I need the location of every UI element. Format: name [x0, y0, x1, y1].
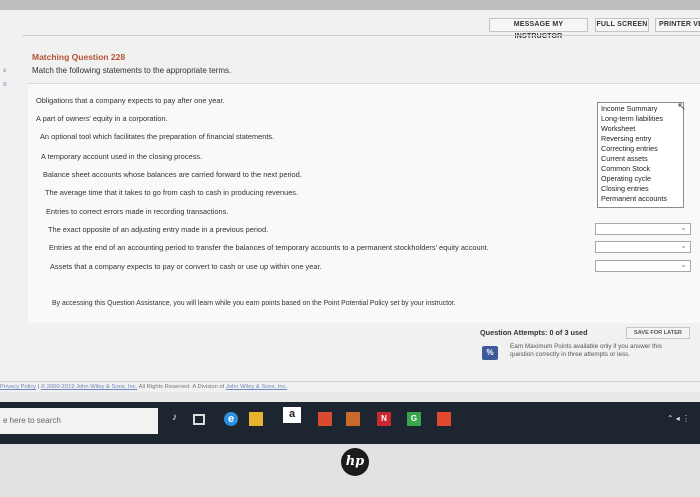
term-options-listbox[interactable]: Income Summary Long-term liabilities Wor… — [597, 102, 684, 208]
hp-logo: hp — [341, 448, 369, 476]
windows-taskbar: e here to search ♪ e a N G ⌃ ◂ ⋮ — [0, 402, 700, 444]
question-title: Matching Question 228 — [32, 52, 126, 62]
option-long-term-liabilities[interactable]: Long-term liabilities — [601, 114, 663, 123]
app-k-icon[interactable] — [437, 412, 451, 426]
system-tray[interactable]: ⌃ ◂ ⋮ — [667, 414, 690, 423]
message-instructor-button[interactable]: MESSAGE MY INSTRUCTOR — [489, 18, 588, 40]
option-common-stock[interactable]: Common Stock — [601, 164, 650, 173]
answer-dropdown-8[interactable]: ⌄ — [595, 223, 691, 235]
save-for-later-button[interactable]: SAVE FOR LATER — [626, 327, 690, 339]
amazon-icon[interactable]: a — [283, 407, 301, 423]
option-income-summary[interactable]: Income Summary — [601, 104, 657, 113]
monitor-top-edge — [0, 0, 700, 10]
full-screen-button[interactable]: FULL SCREEN — [595, 18, 649, 32]
statement-10: Assets that a company expects to pay or … — [50, 262, 322, 271]
question-instruction: Match the following statements to the ap… — [32, 66, 232, 75]
chevron-down-icon: ⌄ — [680, 241, 687, 250]
file-explorer-icon[interactable] — [249, 412, 263, 426]
option-closing-entries[interactable]: Closing entries — [601, 184, 649, 193]
point-policy-text: By accessing this Question Assistance, y… — [52, 300, 456, 307]
footer-separator: | — [37, 384, 40, 390]
taskbar-search-box[interactable]: e here to search — [0, 408, 158, 434]
media-player-icon[interactable] — [318, 412, 332, 426]
statement-1: Obligations that a company expects to pa… — [36, 96, 225, 105]
footer-divider — [0, 381, 700, 382]
statement-6: The average time that it takes to go fro… — [45, 188, 299, 197]
netflix-icon[interactable]: N — [377, 412, 391, 426]
task-view-icon[interactable] — [193, 414, 205, 425]
percent-icon: % — [482, 346, 498, 360]
chevron-down-icon: ⌄ — [680, 223, 687, 232]
statement-7: Entries to correct errors made in record… — [46, 207, 229, 216]
sidebar-menu-icon[interactable]: ≡ — [3, 82, 7, 88]
header-divider — [22, 35, 700, 36]
copyright-link[interactable]: © 2000-2019 John Wiley & Sons, Inc. — [41, 384, 137, 390]
statement-2: A part of owners' equity in a corporatio… — [36, 114, 168, 123]
option-permanent-accounts[interactable]: Permanent accounts — [601, 194, 667, 203]
statement-8: The exact opposite of an adjusting entry… — [48, 225, 269, 234]
statement-3: An optional tool which facilitates the p… — [40, 132, 275, 141]
answer-dropdown-10[interactable]: ⌄ — [595, 260, 691, 272]
wiley-link[interactable]: John Wiley & Sons, Inc. — [226, 384, 287, 390]
rights-text: All Rights Reserved. A Division of — [138, 384, 225, 390]
option-operating-cycle[interactable]: Operating cycle — [601, 174, 651, 183]
search-placeholder: e here to search — [3, 416, 61, 425]
option-reversing-entry[interactable]: Reversing entry — [601, 134, 651, 143]
statement-5: Balance sheet accounts whose balances ar… — [43, 170, 302, 179]
mouse-pointer-icon: ↖ — [677, 101, 687, 113]
option-correcting-entries[interactable]: Correcting entries — [601, 144, 658, 153]
earn-max-points-note: Earn Maximum Points available only if yo… — [510, 343, 662, 358]
option-current-assets[interactable]: Current assets — [601, 154, 648, 163]
statement-4: A temporary account used in the closing … — [41, 152, 203, 161]
statement-9: Entries at the end of an accounting peri… — [49, 243, 489, 252]
question-attempts: Question Attempts: 0 of 3 used — [480, 328, 588, 337]
printer-version-button[interactable]: PRINTER VE — [655, 18, 700, 32]
microphone-icon[interactable]: ♪ — [172, 412, 186, 426]
chevron-down-icon: ⌄ — [680, 260, 687, 269]
option-worksheet[interactable]: Worksheet — [601, 124, 635, 133]
answer-dropdown-9[interactable]: ⌄ — [595, 241, 691, 253]
sidebar-collapse-icon[interactable]: ≥ — [3, 68, 6, 74]
footer: Privacy Policy | © 2000-2019 John Wiley … — [0, 384, 287, 390]
app-g-icon[interactable]: G — [407, 412, 421, 426]
browser-viewport: MESSAGE MY INSTRUCTOR FULL SCREEN PRINTE… — [0, 10, 700, 392]
edge-browser-icon[interactable]: e — [224, 412, 238, 426]
privacy-policy-link[interactable]: Privacy Policy — [0, 384, 36, 390]
store-icon[interactable] — [346, 412, 360, 426]
